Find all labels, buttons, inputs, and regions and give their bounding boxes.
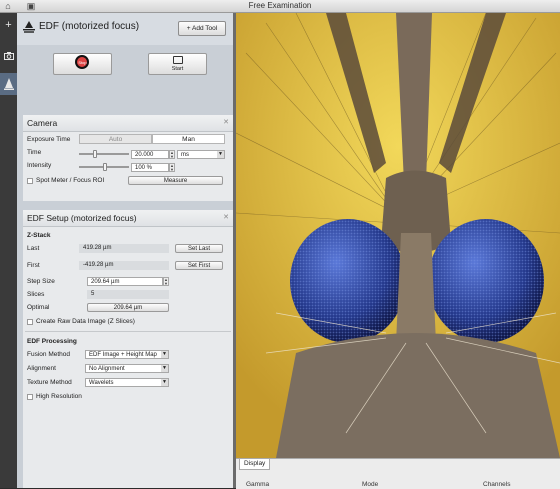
gamma-column: Gamma <box>246 481 270 488</box>
first-value: -419.28 µm <box>79 261 169 270</box>
intensity-label: Intensity <box>27 162 52 169</box>
window-title: Free Examination <box>248 1 312 10</box>
display-panel: Display Gamma Mode Channels <box>236 458 560 489</box>
high-resolution-label: High Resolution <box>36 393 82 400</box>
spot-meter-label: Spot Meter / Focus ROI <box>36 177 105 184</box>
step-size-spinner[interactable]: ▲ ▼ <box>163 277 169 286</box>
time-slider-thumb[interactable] <box>93 150 97 158</box>
texture-method-select[interactable]: Wavelets ▼ <box>85 378 169 387</box>
fusion-method-select[interactable]: EDF Image + Height Map ▼ <box>85 350 169 359</box>
exposure-auto-toggle[interactable]: Auto <box>79 134 152 144</box>
optimal-button[interactable]: 209.64 µm <box>87 303 169 312</box>
slices-value: 5 <box>87 290 169 299</box>
z-stack-label: Z-Stack <box>27 232 51 239</box>
high-resolution-checkbox[interactable] <box>27 394 33 400</box>
panel-title: EDF (motorized focus) <box>39 21 140 32</box>
edf-setup-section: EDF Setup (motorized focus) ✕ Z-Stack Las… <box>23 210 233 488</box>
camera-section-title: Camera ✕ <box>23 115 233 132</box>
edf-processing-label: EDF Processing <box>27 338 77 345</box>
panel-header: EDF (motorized focus) + Add Tool <box>17 13 233 45</box>
add-tool-button[interactable]: + Add Tool <box>178 21 226 36</box>
time-spinner[interactable]: ▲ ▼ <box>169 150 175 159</box>
time-unit-select[interactable]: ms ▼ <box>177 150 225 159</box>
last-value: 419.28 µm <box>79 244 169 253</box>
display-tab[interactable]: Display <box>239 459 271 470</box>
tool-rail: + <box>0 13 17 488</box>
start-button[interactable]: Start <box>148 53 207 75</box>
slices-label: Slices <box>27 291 45 298</box>
first-label: First <box>27 262 40 269</box>
chevron-down-icon: ▼ <box>161 365 168 372</box>
camera-icon[interactable] <box>0 47 17 65</box>
fusion-method-label: Fusion Method <box>27 351 70 358</box>
edf-tool-icon[interactable] <box>0 73 17 95</box>
collapse-icon[interactable]: ✕ <box>223 210 229 226</box>
set-first-button[interactable]: Set First <box>175 261 223 270</box>
edf-logo-icon <box>23 21 35 33</box>
title-bar: ⌂ ▣ Free Examination <box>0 0 560 13</box>
collapse-icon[interactable]: ✕ <box>223 115 229 131</box>
stop-button[interactable]: Stop <box>53 53 112 75</box>
edf-setup-title: EDF Setup (motorized focus) ✕ <box>23 210 233 227</box>
intensity-slider-thumb[interactable] <box>103 163 107 171</box>
step-size-input[interactable]: 209.64 µm <box>87 277 163 286</box>
raw-data-label: Create Raw Data Image (Z Slices) <box>36 318 135 325</box>
optimal-label: Optimal <box>27 304 50 311</box>
live-image-view[interactable] <box>236 13 560 458</box>
time-label: Time <box>27 149 42 156</box>
last-label: Last <box>27 245 40 252</box>
mosquito-image <box>236 13 560 458</box>
intensity-input[interactable]: 100 % <box>131 163 169 172</box>
start-label: Start <box>171 66 184 72</box>
divider <box>25 331 231 332</box>
measure-button[interactable]: Measure <box>128 176 223 185</box>
alignment-select[interactable]: No Alignment ▼ <box>85 364 169 373</box>
alignment-label: Alignment <box>27 365 56 372</box>
chevron-down-icon: ▼ <box>161 379 168 386</box>
channels-column: Channels <box>483 481 511 488</box>
time-input[interactable]: 20.000 <box>131 150 169 159</box>
spot-meter-checkbox[interactable] <box>27 178 33 184</box>
stop-label: Stop <box>78 60 87 65</box>
step-size-label: Step Size <box>27 278 55 285</box>
camera-section: Camera ✕ Exposure Time Auto Man Time 20.0… <box>23 115 233 201</box>
chevron-down-icon: ▼ <box>161 351 168 358</box>
raw-data-checkbox[interactable] <box>27 319 33 325</box>
camera-start-icon <box>173 56 183 64</box>
plus-icon[interactable]: + <box>0 16 17 34</box>
texture-method-label: Texture Method <box>27 379 72 386</box>
mode-column: Mode <box>362 481 379 488</box>
set-last-button[interactable]: Set Last <box>175 244 223 253</box>
exposure-man-toggle[interactable]: Man <box>152 134 225 144</box>
time-slider-track[interactable] <box>79 153 129 155</box>
chevron-down-icon: ▼ <box>217 151 224 158</box>
intensity-spinner[interactable]: ▲ ▼ <box>169 163 175 172</box>
tool-panel: EDF (motorized focus) + Add Tool Stop St… <box>17 13 233 488</box>
exposure-time-label: Exposure Time <box>27 136 71 143</box>
